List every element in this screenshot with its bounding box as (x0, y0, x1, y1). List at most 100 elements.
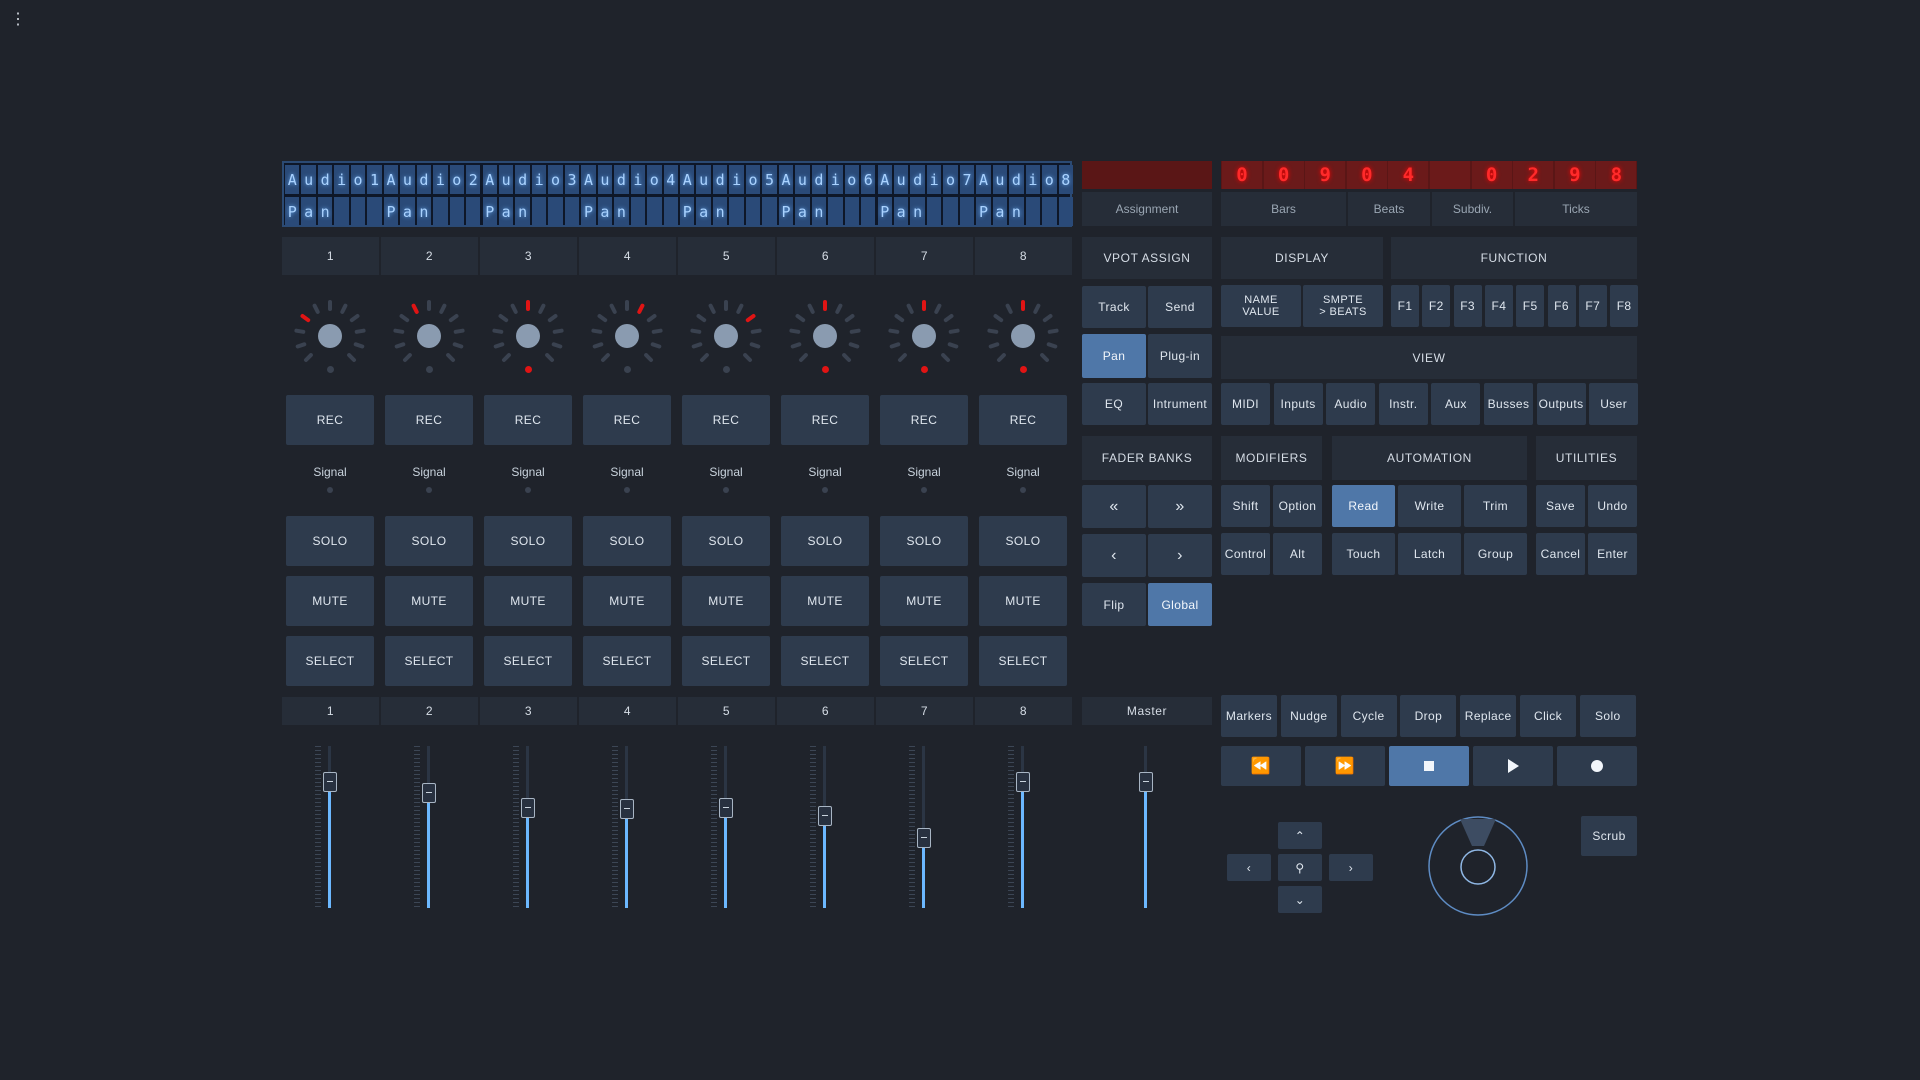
fader-handle[interactable] (323, 772, 337, 792)
trim-button[interactable]: Trim (1464, 485, 1527, 527)
solo-button[interactable]: SOLO (979, 516, 1067, 566)
channel-fader[interactable] (290, 746, 370, 914)
channel-right-button[interactable]: › (1148, 534, 1212, 577)
select-button[interactable]: SELECT (880, 636, 968, 686)
write-button[interactable]: Write (1398, 485, 1461, 527)
send-button[interactable]: Send (1148, 286, 1212, 328)
select-button[interactable]: SELECT (583, 636, 671, 686)
cancel-button[interactable]: Cancel (1536, 533, 1585, 575)
channel-fader[interactable] (686, 746, 766, 914)
fader-handle[interactable] (719, 798, 733, 818)
function-key-f8[interactable]: F8 (1610, 285, 1639, 327)
rec-button[interactable]: REC (880, 395, 968, 445)
option-button[interactable]: Option (1273, 485, 1322, 527)
fader-handle[interactable] (521, 798, 535, 818)
touch-button[interactable]: Touch (1332, 533, 1395, 575)
solo-button[interactable]: Solo (1579, 695, 1636, 737)
cycle-button[interactable]: Cycle (1340, 695, 1397, 737)
view-user[interactable]: User (1589, 383, 1639, 425)
mute-button[interactable]: MUTE (979, 576, 1067, 626)
channel-fader[interactable] (389, 746, 469, 914)
save-button[interactable]: Save (1536, 485, 1585, 527)
channel-fader[interactable] (983, 746, 1063, 914)
play-button[interactable] (1473, 746, 1553, 786)
function-key-f7[interactable]: F7 (1578, 285, 1607, 327)
nav-up-button[interactable]: ⌃ (1278, 822, 1322, 849)
rec-button[interactable]: REC (583, 395, 671, 445)
rec-button[interactable]: REC (286, 395, 374, 445)
jog-wheel[interactable] (1426, 814, 1530, 918)
nav-zoom-button[interactable]: ⚲ (1278, 854, 1322, 881)
view-audio[interactable]: Audio (1326, 383, 1376, 425)
nav-right-button[interactable]: › (1329, 854, 1373, 881)
fader-handle[interactable] (1139, 772, 1153, 792)
control-button[interactable]: Control (1221, 533, 1270, 575)
rec-button[interactable]: REC (781, 395, 869, 445)
fader-handle[interactable] (917, 828, 931, 848)
master-fader[interactable] (1106, 746, 1186, 914)
select-button[interactable]: SELECT (781, 636, 869, 686)
instrument-button[interactable]: Intrument (1148, 383, 1212, 425)
read-button[interactable]: Read (1332, 485, 1395, 527)
channel-left-button[interactable]: ‹ (1082, 534, 1146, 577)
solo-button[interactable]: SOLO (385, 516, 473, 566)
solo-button[interactable]: SOLO (781, 516, 869, 566)
vpot-knob[interactable] (294, 300, 366, 372)
mute-button[interactable]: MUTE (781, 576, 869, 626)
channel-fader[interactable] (587, 746, 667, 914)
function-key-f4[interactable]: F4 (1484, 285, 1513, 327)
track-button[interactable]: Track (1082, 286, 1146, 328)
select-button[interactable]: SELECT (385, 636, 473, 686)
mute-button[interactable]: MUTE (385, 576, 473, 626)
global-button[interactable]: Global (1148, 583, 1212, 626)
fader-handle[interactable] (818, 806, 832, 826)
function-key-f1[interactable]: F1 (1391, 285, 1419, 327)
rec-button[interactable]: REC (385, 395, 473, 445)
channel-fader[interactable] (884, 746, 964, 914)
vpot-knob[interactable] (492, 300, 564, 372)
view-busses[interactable]: Busses (1484, 383, 1533, 425)
mute-button[interactable]: MUTE (286, 576, 374, 626)
nav-down-button[interactable]: ⌄ (1278, 886, 1322, 913)
function-key-f5[interactable]: F5 (1516, 285, 1545, 327)
select-button[interactable]: SELECT (286, 636, 374, 686)
nudge-button[interactable]: Nudge (1280, 695, 1337, 737)
stop-button[interactable] (1389, 746, 1469, 786)
solo-button[interactable]: SOLO (583, 516, 671, 566)
latch-button[interactable]: Latch (1398, 533, 1461, 575)
vpot-knob[interactable] (987, 300, 1059, 372)
shift-button[interactable]: Shift (1221, 485, 1270, 527)
view-instr[interactable]: Instr. (1378, 383, 1428, 425)
vpot-knob[interactable] (393, 300, 465, 372)
solo-button[interactable]: SOLO (880, 516, 968, 566)
fast-forward-button[interactable]: ⏩ (1305, 746, 1385, 786)
fader-handle[interactable] (620, 799, 634, 819)
solo-button[interactable]: SOLO (484, 516, 572, 566)
click-button[interactable]: Click (1520, 695, 1576, 737)
select-button[interactable]: SELECT (484, 636, 572, 686)
record-button[interactable] (1557, 746, 1637, 786)
eq-button[interactable]: EQ (1082, 383, 1146, 425)
bank-right-button[interactable]: » (1148, 485, 1212, 528)
flip-button[interactable]: Flip (1082, 583, 1146, 626)
vpot-knob[interactable] (789, 300, 861, 372)
view-inputs[interactable]: Inputs (1273, 383, 1323, 425)
view-midi[interactable]: MIDI (1221, 383, 1270, 425)
pan-button[interactable]: Pan (1082, 334, 1146, 378)
rec-button[interactable]: REC (682, 395, 770, 445)
select-button[interactable]: SELECT (682, 636, 770, 686)
drop-button[interactable]: Drop (1400, 695, 1457, 737)
rec-button[interactable]: REC (484, 395, 572, 445)
undo-button[interactable]: Undo (1588, 485, 1637, 527)
mute-button[interactable]: MUTE (583, 576, 671, 626)
vpot-knob[interactable] (591, 300, 663, 372)
view-outputs[interactable]: Outputs (1536, 383, 1586, 425)
rewind-button[interactable]: ⏪ (1221, 746, 1301, 786)
enter-button[interactable]: Enter (1588, 533, 1637, 575)
mute-button[interactable]: MUTE (682, 576, 770, 626)
plugin-button[interactable]: Plug-in (1148, 334, 1212, 378)
group-button[interactable]: Group (1464, 533, 1527, 575)
vpot-knob[interactable] (888, 300, 960, 372)
solo-button[interactable]: SOLO (286, 516, 374, 566)
nav-left-button[interactable]: ‹ (1227, 854, 1271, 881)
